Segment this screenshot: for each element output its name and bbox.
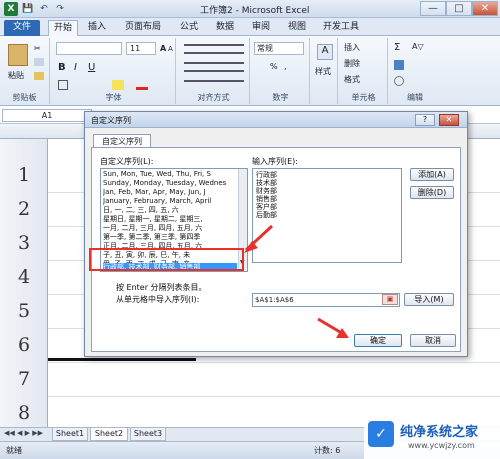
watermark-logo-icon: ✓ — [368, 421, 394, 447]
watermark-title: 纯净系统之家 — [400, 425, 479, 440]
watermark: ✓ 纯净系统之家 www.ycwjzy.com — [364, 415, 500, 459]
annotation-arrows — [244, 224, 349, 338]
watermark-url: www.ycwjzy.com — [408, 441, 475, 450]
